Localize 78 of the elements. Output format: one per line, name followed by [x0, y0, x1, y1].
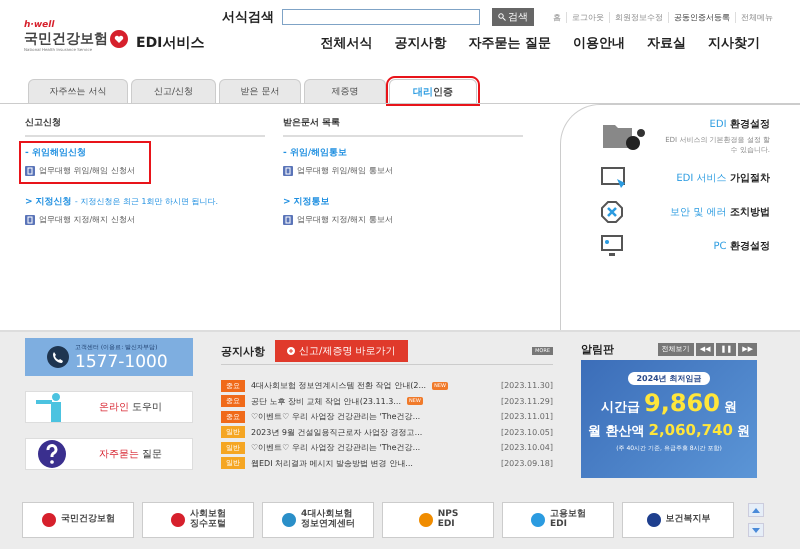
tab[interactable]: 제증명 [304, 79, 386, 103]
tab[interactable]: 대리인증 [389, 79, 477, 103]
partner-logo-link[interactable]: NPS EDI [382, 502, 494, 538]
notice-link[interactable]: 4대사회보험 정보연계시스템 전환 작업 안내(2... [251, 380, 426, 392]
partner-logo-link[interactable]: 고용보험 EDI [502, 502, 614, 538]
section-title: 받은문서 목록 [283, 116, 523, 137]
notice-link[interactable]: 2023년 9월 건설일용직근로자 사업장 경정고... [251, 426, 422, 438]
notice-link[interactable]: 공단 노후 장비 교체 작업 안내(23.11.3... [251, 396, 401, 407]
form-link[interactable]: 업무대행 위임/해임 통보서 [297, 165, 393, 176]
phone-icon [47, 346, 69, 368]
down-arrow-icon [752, 528, 760, 532]
partner-logo-link[interactable]: 사회보험 징수포털 [142, 502, 254, 538]
notice-date: [2023.09.18] [500, 458, 553, 468]
shortcut-tab[interactable]: 신고/제증명 바로가기 [275, 340, 408, 362]
notice-link[interactable]: 웹EDI 처리결과 메시지 발송방법 변경 안내... [251, 458, 413, 469]
search-field[interactable] [282, 9, 480, 25]
scroll-up-button[interactable] [748, 503, 764, 517]
nav-link[interactable]: 자주묻는 질문 [468, 34, 551, 52]
octagon-x-icon [601, 201, 623, 223]
call-center-number: 1577-1000 [75, 352, 168, 372]
notice-date: [2023.11.01] [500, 412, 553, 422]
nav-link[interactable]: 공지사항 [394, 34, 446, 52]
up-arrow-icon [752, 508, 760, 512]
tab[interactable]: 자주쓰는 서식 [28, 79, 128, 103]
notice-date: [2023.10.05] [500, 428, 553, 437]
banner-label: 월 환산액 [588, 423, 645, 440]
nav-link[interactable]: 이용안내 [573, 34, 625, 52]
document-icon [283, 214, 293, 224]
utility-link[interactable]: 공동인증서등록 [668, 12, 735, 22]
utility-link[interactable]: 회원정보수정 [609, 12, 668, 22]
banner-label: 시간급 [601, 399, 640, 416]
service-title: EDI서비스 [136, 34, 204, 52]
shortcut-link[interactable]: PC 환경설정 [714, 239, 770, 253]
logo-tagline: h·well [24, 21, 56, 30]
document-icon [283, 166, 293, 176]
sidebar-link[interactable]: 온라인 도우미 [25, 391, 193, 423]
form-link[interactable]: 업무대행 지정/해지 통보서 [297, 214, 393, 225]
notice-date: [2023.11.29] [500, 396, 553, 406]
section-title: 신고신청 [25, 116, 265, 137]
search-label: 서식검색 [222, 9, 274, 26]
sidebar-link[interactable]: 자주묻는 질문 [25, 438, 193, 470]
search-icon [498, 13, 506, 21]
tab[interactable]: 신고/신청 [131, 79, 216, 103]
shortcut-link[interactable]: 보안 및 에러 조치방법 [670, 205, 770, 219]
notice-link[interactable]: ♡이벤트♡ 우리 사업장 건강관리는 'The건강... [251, 442, 420, 454]
search-button[interactable]: 검색 [492, 8, 534, 26]
plus-icon [287, 347, 295, 355]
nav-link[interactable]: 자료실 [647, 34, 686, 52]
partner-logo-link[interactable]: 4대사회보험 정보연계센터 [262, 502, 374, 538]
banner-unit: 원 [724, 399, 737, 416]
group-heading[interactable]: > 지정신청 - 지정신청은 최근 1회만 하시면 됩니다. [25, 195, 218, 208]
partner-logo-link[interactable]: 국민건강보험 [22, 502, 134, 538]
notice-date: [2023.11.30] [500, 381, 553, 390]
partner-logo-link[interactable]: 보건복지부 [622, 502, 734, 538]
document-icon [25, 214, 35, 224]
banner-headline: 2024년 최저임금 [628, 372, 710, 385]
logo-name: 국민건강보험 [24, 32, 108, 46]
banner-amount: 9,860 [644, 389, 720, 417]
banner-unit: 원 [737, 423, 750, 440]
notice-title: 공지사항 [221, 344, 265, 358]
document-icon [25, 166, 35, 176]
notice-link[interactable]: ♡이벤트♡ 우리 사업장 건강관리는 'The건강... [251, 411, 420, 422]
notice-date: [2023.10.04] [500, 443, 553, 452]
question-mark-icon [36, 439, 68, 469]
shortcut-link[interactable]: EDI 서비스 가입절차 [676, 171, 770, 185]
form-link[interactable]: 업무대행 지정/해지 신청서 [39, 214, 135, 225]
tab[interactable]: 받은 문서 [219, 79, 301, 103]
banner-amount: 2,060,740 [648, 421, 733, 439]
utility-link[interactable]: 홈 [548, 12, 566, 22]
scroll-down-button[interactable] [748, 523, 764, 537]
nav-link[interactable]: 지사찾기 [708, 34, 760, 52]
form-link[interactable]: 업무대행 위임/해임 신청서 [39, 165, 135, 176]
nav-link[interactable]: 전체서식 [320, 34, 372, 52]
utility-link[interactable]: 로그아웃 [566, 12, 609, 22]
monitor-icon [601, 235, 623, 257]
board-title: 알림판 [581, 342, 614, 356]
shortcut-link[interactable]: EDI 환경설정 [710, 117, 770, 131]
utility-link[interactable]: 전체메뉴 [735, 12, 778, 22]
